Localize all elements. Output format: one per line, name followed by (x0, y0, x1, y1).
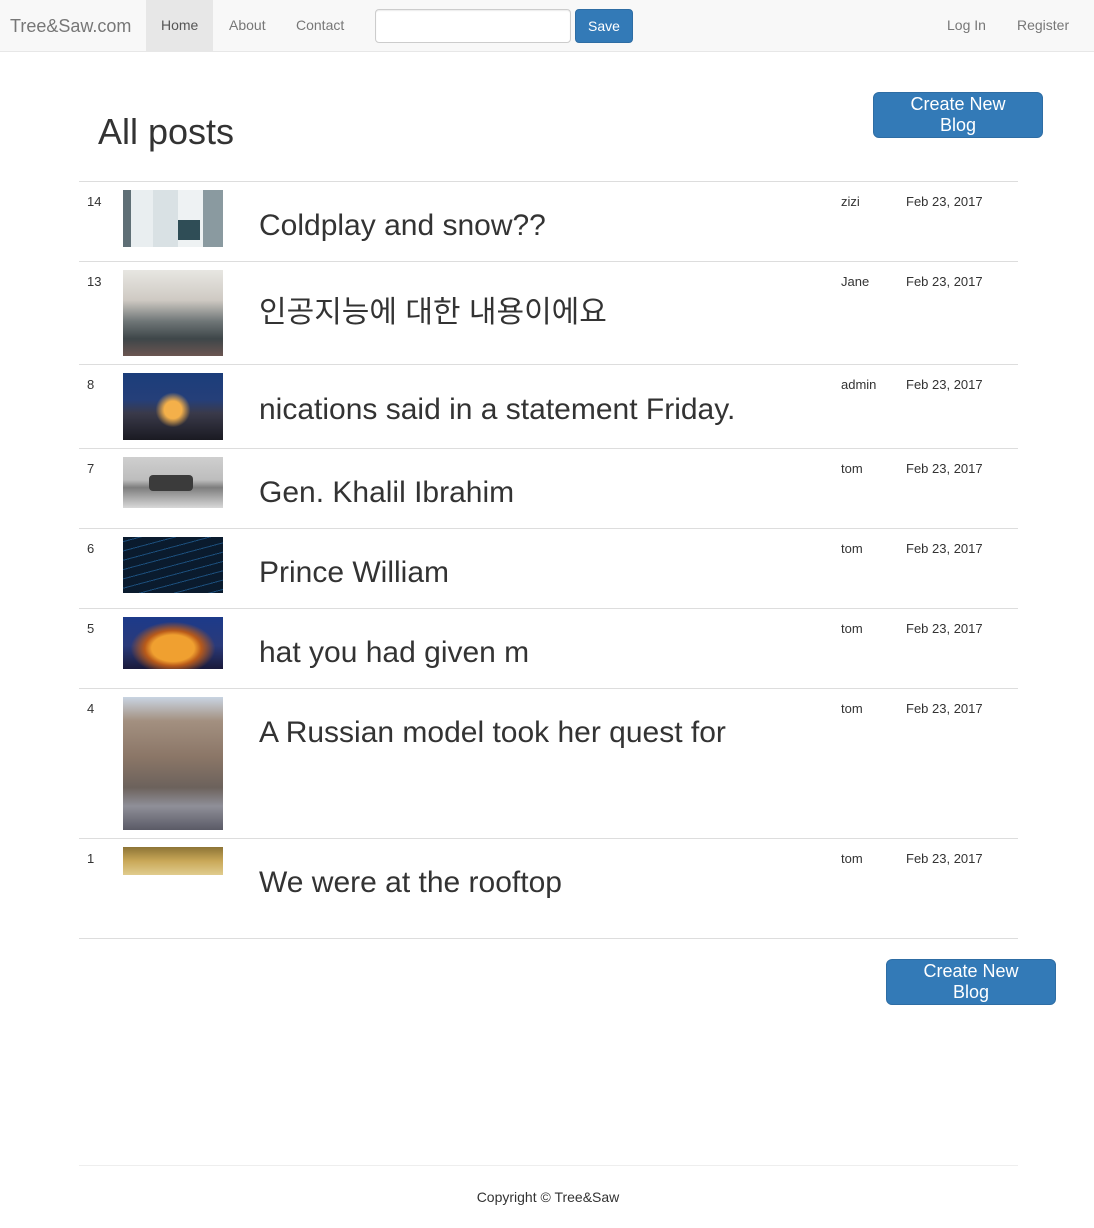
table-row[interactable]: 13 인공지능에 대한 내용이에요 Jane Feb 23, 2017 (79, 262, 1018, 365)
table-row[interactable]: 6 Prince William tom Feb 23, 2017 (79, 529, 1018, 609)
post-id: 7 (87, 461, 95, 476)
post-title-link[interactable]: A Russian model took her quest for (259, 716, 726, 750)
table-row[interactable]: 8 nications said in a statement Friday. … (79, 365, 1018, 449)
post-id: 6 (87, 541, 95, 556)
nav-register[interactable]: Register (1002, 0, 1084, 51)
post-thumbnail[interactable] (123, 847, 223, 875)
table-row[interactable]: 7 Gen. Khalil Ibrahim tom Feb 23, 2017 (79, 449, 1018, 529)
brand-link[interactable]: Tree&Saw.com (10, 16, 131, 37)
post-date: Feb 23, 2017 (906, 274, 983, 289)
nav-login[interactable]: Log In (932, 0, 1001, 51)
post-date: Feb 23, 2017 (906, 377, 983, 392)
copyright-text: Copyright © Tree&Saw (476, 1189, 620, 1205)
post-title-link[interactable]: nications said in a statement Friday. (259, 393, 735, 427)
post-date: Feb 23, 2017 (906, 461, 983, 476)
post-title-link[interactable]: hat you had given m (259, 636, 529, 670)
table-row[interactable]: 14 Coldplay and snow?? zizi Feb 23, 2017 (79, 182, 1018, 262)
post-id: 5 (87, 621, 95, 636)
post-date: Feb 23, 2017 (906, 701, 983, 716)
table-row[interactable]: 4 A Russian model took her quest for tom… (79, 689, 1018, 839)
create-blog-button-bottom[interactable]: Create New Blog (886, 959, 1056, 1005)
nav-home[interactable]: Home (146, 0, 214, 51)
post-title-link[interactable]: Prince William (259, 556, 449, 590)
search-input[interactable] (375, 9, 571, 43)
posts-table: 14 Coldplay and snow?? zizi Feb 23, 2017… (79, 181, 1018, 939)
post-author: tom (841, 461, 863, 476)
post-thumbnail[interactable] (123, 190, 223, 247)
navbar: Tree&Saw.com Home About Contact Save Log… (0, 0, 1094, 52)
post-id: 13 (87, 274, 102, 289)
post-author: zizi (841, 194, 860, 209)
table-row[interactable]: 5 hat you had given m tom Feb 23, 2017 (79, 609, 1018, 689)
post-thumbnail[interactable] (123, 697, 223, 830)
post-thumbnail[interactable] (123, 537, 223, 593)
nav-about[interactable]: About (214, 0, 281, 51)
post-thumbnail[interactable] (123, 373, 223, 440)
post-title-link[interactable]: 인공지능에 대한 내용이에요 (259, 287, 607, 331)
post-title-link[interactable]: We were at the rooftop (259, 866, 562, 900)
table-row[interactable]: 1 We were at the rooftop tom Feb 23, 201… (79, 839, 1018, 939)
save-button[interactable]: Save (575, 9, 633, 43)
post-date: Feb 23, 2017 (906, 851, 983, 866)
post-author: tom (841, 701, 863, 716)
footer-divider (79, 1165, 1018, 1166)
post-date: Feb 23, 2017 (906, 541, 983, 556)
post-author: tom (841, 851, 863, 866)
post-id: 14 (87, 194, 102, 209)
post-author: tom (841, 541, 863, 556)
post-author: tom (841, 621, 863, 636)
post-thumbnail[interactable] (123, 617, 223, 669)
post-thumbnail[interactable] (123, 270, 223, 356)
create-blog-button-top[interactable]: Create New Blog (873, 92, 1043, 138)
post-id: 1 (87, 851, 95, 866)
post-title-link[interactable]: Gen. Khalil Ibrahim (259, 476, 514, 510)
post-author: Jane (841, 274, 870, 289)
nav-contact[interactable]: Contact (281, 0, 359, 51)
page-title: All posts (98, 111, 235, 152)
post-author: admin (841, 377, 877, 392)
post-id: 4 (87, 701, 95, 716)
post-id: 8 (87, 377, 95, 392)
post-thumbnail[interactable] (123, 457, 223, 508)
post-title-link[interactable]: Coldplay and snow?? (259, 209, 546, 243)
post-date: Feb 23, 2017 (906, 621, 983, 636)
post-date: Feb 23, 2017 (906, 194, 983, 209)
